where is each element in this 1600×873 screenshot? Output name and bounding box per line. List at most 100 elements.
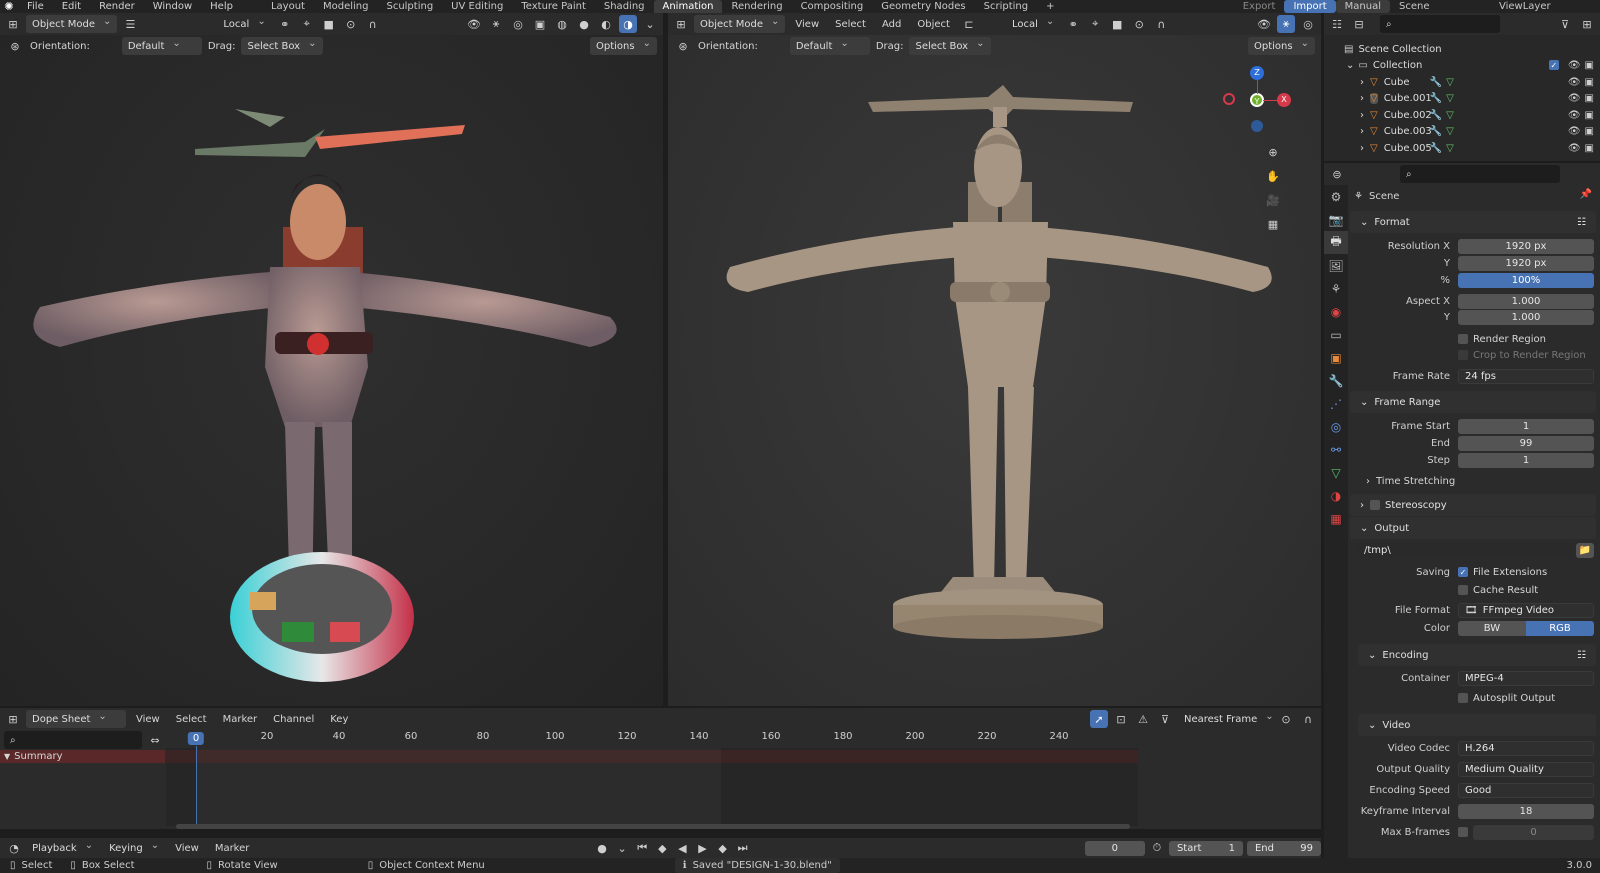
folder-icon[interactable]: 📁 (1576, 543, 1594, 558)
eye-icon[interactable]: 👁 (1568, 77, 1581, 88)
tool-icon[interactable]: ⊛ (674, 37, 692, 55)
drag-dropdown[interactable]: Select Box (241, 37, 323, 55)
render-camera-icon[interactable]: ▣ (1585, 143, 1594, 154)
expand-icon[interactable]: ⌄ (1346, 60, 1354, 71)
snap-dropdown[interactable]: Nearest Frame (1178, 710, 1273, 728)
eye-icon[interactable]: 👁 (1568, 93, 1581, 104)
outliner-search-input[interactable]: ⌕ (1380, 15, 1500, 33)
menu-marker[interactable]: Marker (209, 839, 256, 857)
material-tab-icon[interactable]: ◑ (1324, 484, 1348, 507)
frame-end-field[interactable]: 99 (1458, 435, 1594, 451)
filter-icon[interactable]: ⊽ (1556, 15, 1574, 33)
scene-selector[interactable]: Scene (1390, 0, 1490, 13)
menu-key[interactable]: Key (324, 710, 354, 728)
output-tab-icon[interactable]: 🖶 (1324, 231, 1348, 254)
object-mode-dropdown[interactable]: Object Mode (26, 15, 118, 33)
pivot-icon[interactable]: ⚭ (276, 15, 294, 33)
modifier-tab-icon[interactable]: 🔧 (1324, 369, 1348, 392)
gizmo-toggle-icon[interactable]: ⚹ (487, 15, 505, 33)
outliner-item-cube-005[interactable]: › ▽ Cube.005 🔧 ▽ 👁 ▣ (1324, 140, 1600, 157)
filter-icon[interactable]: ⊽ (1156, 710, 1174, 728)
panel-frame-range-header[interactable]: ⌄ Frame Range (1350, 391, 1596, 413)
outliner-item-cube-003[interactable]: › ▽ Cube.003 🔧 ▽ 👁 ▣ (1324, 124, 1600, 141)
play-icon[interactable]: ▶ (694, 839, 710, 857)
next-keyframe-icon[interactable]: ◆ (715, 839, 731, 857)
keying-set-icon[interactable]: ⌄ (614, 839, 630, 857)
editor-type-icon[interactable]: ◔ (6, 839, 22, 857)
aspect-y-field[interactable]: 1.000 (1458, 309, 1594, 325)
menu-view[interactable]: View (130, 710, 166, 728)
overlay-icon[interactable]: ◎ (509, 15, 527, 33)
cache-result-checkbox[interactable] (1458, 585, 1468, 596)
jump-start-icon[interactable]: ⏮ (634, 839, 650, 857)
presets-icon[interactable]: ☷ (1577, 217, 1586, 228)
xray-icon[interactable]: ▣ (531, 15, 549, 33)
render-camera-icon[interactable]: ▣ (1585, 77, 1594, 88)
object-mode-dropdown[interactable]: Object Mode (694, 15, 786, 33)
constraints-tab-icon[interactable]: ⚯ (1324, 438, 1348, 461)
render-tab-icon[interactable]: 📷 (1324, 208, 1348, 231)
rendered-shading-icon[interactable]: ◑ (619, 15, 637, 33)
outliner-item-cube[interactable]: › ▽ Cube 🔧 ▽ 👁 ▣ (1324, 74, 1600, 91)
visibility-icon[interactable]: 👁 (1255, 15, 1273, 33)
end-frame-field[interactable]: End 99 (1246, 840, 1321, 856)
pin-icon[interactable]: 📌 (1580, 189, 1592, 200)
frame-rate-dropdown[interactable]: 24 fps (1458, 368, 1594, 384)
collection-tab-icon[interactable]: ▭ (1324, 323, 1348, 346)
editor-type-icon[interactable]: ⊞ (4, 15, 22, 33)
snap-target-icon[interactable]: ■ (320, 15, 338, 33)
editor-type-icon[interactable]: ⊜ (1328, 165, 1346, 183)
data-tab-icon[interactable]: ▽ (1324, 461, 1348, 484)
panel-output-header[interactable]: ⌄ Output (1350, 517, 1596, 539)
snap-icon[interactable]: ⌖ (1086, 15, 1104, 33)
render-camera-icon[interactable]: ▣ (1585, 93, 1594, 104)
eye-icon[interactable]: 👁 (1568, 110, 1581, 121)
menu-view[interactable]: View (169, 839, 205, 857)
character-clay-model[interactable] (668, 57, 1321, 706)
playback-dropdown[interactable]: Playback (26, 839, 99, 857)
menu-file[interactable]: File (18, 1, 53, 12)
options-dropdown[interactable]: Options (590, 37, 657, 55)
render-region-checkbox[interactable] (1458, 334, 1468, 345)
menu-select[interactable]: Select (170, 710, 213, 728)
snap-target-icon[interactable]: ■ (1108, 15, 1126, 33)
summary-channel[interactable]: ▼ Summary (0, 750, 165, 763)
preview-range-icon[interactable]: ⏱ (1149, 839, 1165, 857)
hamburger-menu-icon[interactable]: ☰ (121, 15, 139, 33)
current-frame-field[interactable]: 0 (1084, 840, 1145, 856)
world-tab-icon[interactable]: ◉ (1324, 300, 1348, 323)
panel-video-header[interactable]: ⌄ Video (1358, 714, 1596, 736)
gizmo-toggle-icon[interactable]: ⚹ (1277, 15, 1295, 33)
file-extensions-checkbox[interactable]: ✓ (1458, 567, 1468, 578)
eye-icon[interactable]: 👁 (1568, 60, 1581, 71)
panel-format-header[interactable]: ⌄ Format ☷ (1350, 211, 1596, 233)
tool-tab-icon[interactable]: ⚙ (1324, 185, 1348, 208)
max-bframes-checkbox[interactable] (1458, 827, 1468, 838)
outliner-item-cube-001[interactable]: › ▽ Cube.001 🔧 ▽ 👁 ▣ (1324, 91, 1600, 108)
tab-texture-paint[interactable]: Texture Paint (512, 0, 595, 13)
frame-step-field[interactable]: 1 (1458, 452, 1594, 468)
editor-type-icon[interactable]: ⊞ (672, 15, 690, 33)
menu-view[interactable]: View (789, 15, 825, 33)
blender-logo-icon[interactable]: ✺ (0, 0, 18, 13)
color-rgb-button[interactable]: RGB (1526, 620, 1594, 636)
tab-compositing[interactable]: Compositing (792, 0, 873, 13)
menu-marker[interactable]: Marker (217, 710, 264, 728)
editor-type-icon[interactable]: ⊞ (4, 710, 22, 728)
overlay-icon[interactable]: ◎ (1299, 15, 1317, 33)
mode-toggle-icon[interactable]: ⊏ (960, 15, 978, 33)
keyframe-interval-field[interactable]: 18 (1458, 803, 1594, 819)
menu-object[interactable]: Object (911, 15, 956, 33)
drag-dropdown[interactable]: Select Box (909, 37, 991, 55)
horizontal-scrollbar[interactable] (176, 824, 1130, 829)
material-shading-icon[interactable]: ◐ (597, 15, 615, 33)
channel-search-input[interactable]: ⌕ (4, 731, 142, 749)
eye-icon[interactable]: 👁 (1568, 143, 1581, 154)
physics-tab-icon[interactable]: ◎ (1324, 415, 1348, 438)
crop-checkbox[interactable] (1458, 350, 1468, 361)
particles-tab-icon[interactable]: ⋰ (1324, 392, 1348, 415)
tab-scripting[interactable]: Scripting (975, 0, 1037, 13)
info-message[interactable]: ℹ Saved "DESIGN-1-30.blend" (674, 858, 840, 873)
expand-icon[interactable]: › (1360, 110, 1364, 121)
new-collection-icon[interactable]: ⊞ (1578, 15, 1596, 33)
